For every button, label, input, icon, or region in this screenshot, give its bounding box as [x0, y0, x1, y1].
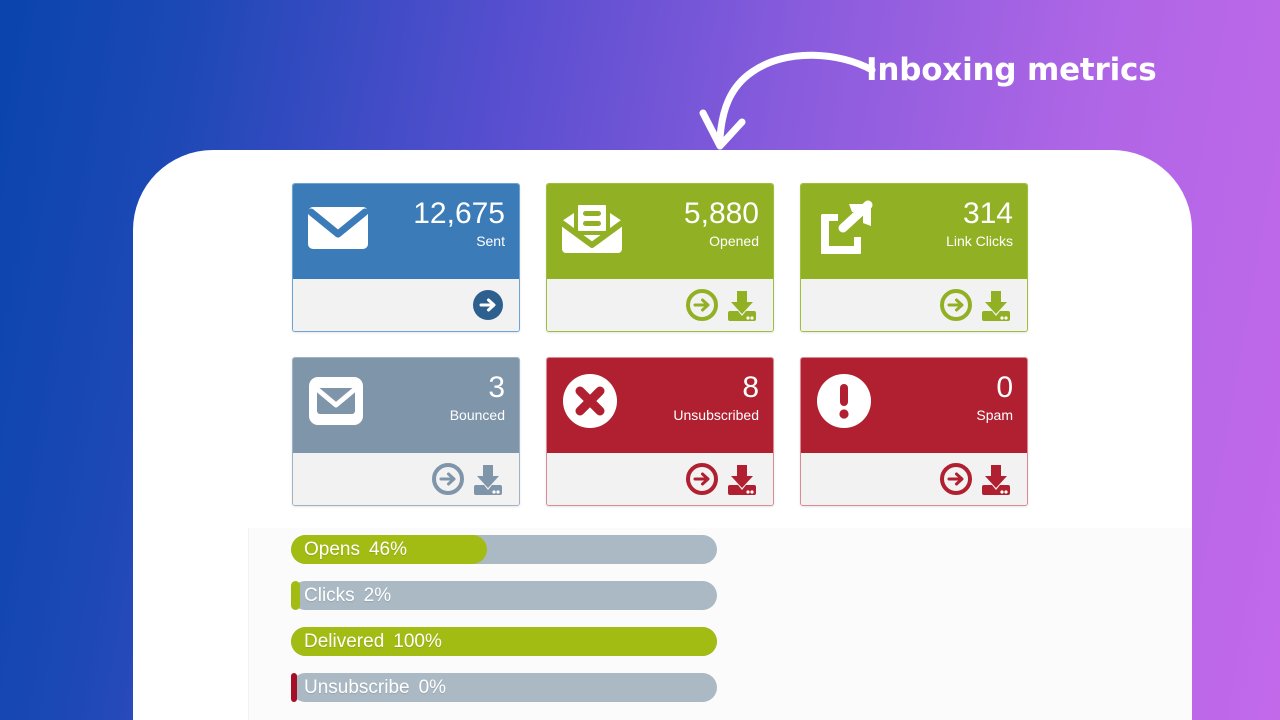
- rate-label: Clicks: [304, 585, 355, 606]
- rate-text: Delivered 100%: [304, 627, 442, 656]
- rate-value: 46%: [368, 539, 408, 560]
- arrow-right-circle-icon[interactable]: [431, 462, 465, 496]
- rate-text: Clicks 2%: [304, 581, 391, 610]
- metric-card-sent[interactable]: 12,675 Sent: [292, 183, 520, 332]
- metric-value: 12,675: [413, 197, 505, 230]
- metric-label: Spam: [976, 407, 1013, 423]
- rate-fill: [291, 581, 300, 610]
- metric-card-spam[interactable]: 0 Spam: [800, 357, 1028, 506]
- rate-bar-delivered[interactable]: Delivered 100%: [291, 627, 717, 656]
- metric-card-bounced[interactable]: 3 Bounced: [292, 357, 520, 506]
- annotation-label: Inboxing metrics: [866, 52, 1157, 88]
- exclamation-circle-icon: [813, 371, 879, 431]
- download-icon[interactable]: [979, 288, 1013, 322]
- card-header: 5,880 Opened: [547, 184, 773, 279]
- card-footer: [801, 279, 1027, 331]
- download-icon[interactable]: [725, 462, 759, 496]
- metric-value: 0: [996, 371, 1013, 404]
- rate-label: Unsubscribe: [304, 677, 410, 698]
- metric-label: Unsubscribed: [673, 407, 759, 423]
- download-icon[interactable]: [471, 462, 505, 496]
- rate-fill: [291, 673, 298, 702]
- metric-card-grid: 12,675 Sent 5,880 Opened 314 Link Clicks…: [292, 183, 1036, 506]
- card-header: 0 Spam: [801, 358, 1027, 453]
- rate-text: Opens 46%: [304, 535, 407, 564]
- envelope-square-icon: [305, 371, 371, 431]
- card-footer: [547, 453, 773, 505]
- external-link-icon: [813, 197, 879, 257]
- arrow-right-circle-icon[interactable]: [939, 462, 973, 496]
- metric-label: Opened: [709, 233, 759, 249]
- rate-label: Opens: [304, 539, 360, 560]
- card-footer: [547, 279, 773, 331]
- rate-value: 0%: [418, 677, 447, 698]
- metric-card-opened[interactable]: 5,880 Opened: [546, 183, 774, 332]
- rate-bar-list: Opens 46% Clicks 2% Delivered 100% Unsub…: [291, 535, 717, 702]
- metric-value: 8: [742, 371, 759, 404]
- metric-value: 5,880: [683, 197, 759, 230]
- rate-value: 100%: [393, 631, 442, 652]
- arrow-right-circle-icon[interactable]: [685, 462, 719, 496]
- arrow-right-circle-icon[interactable]: [939, 288, 973, 322]
- arrow-right-circle-icon[interactable]: [471, 288, 505, 322]
- metric-card-unsubscribed[interactable]: 8 Unsubscribed: [546, 357, 774, 506]
- x-circle-icon: [559, 371, 625, 431]
- envelope-open-document-icon: [559, 197, 625, 257]
- card-footer: [293, 279, 519, 331]
- card-header: 8 Unsubscribed: [547, 358, 773, 453]
- curved-arrow-down-left-icon: [690, 38, 880, 163]
- metric-label: Sent: [476, 233, 505, 249]
- app-panel: 12,675 Sent 5,880 Opened 314 Link Clicks…: [133, 150, 1192, 720]
- rate-bar-clicks[interactable]: Clicks 2%: [291, 581, 717, 610]
- card-header: 12,675 Sent: [293, 184, 519, 279]
- metric-card-link-clicks[interactable]: 314 Link Clicks: [800, 183, 1028, 332]
- metric-value: 314: [962, 197, 1013, 230]
- metric-label: Link Clicks: [946, 233, 1013, 249]
- metric-label: Bounced: [449, 407, 505, 423]
- rate-value: 2%: [363, 585, 392, 606]
- envelope-closed-icon: [305, 197, 371, 257]
- card-footer: [293, 453, 519, 505]
- download-icon[interactable]: [725, 288, 759, 322]
- card-header: 3 Bounced: [293, 358, 519, 453]
- rate-bar-unsubscribe[interactable]: Unsubscribe 0%: [291, 673, 717, 702]
- download-icon[interactable]: [979, 462, 1013, 496]
- card-footer: [801, 453, 1027, 505]
- rate-text: Unsubscribe 0%: [304, 673, 446, 702]
- arrow-right-circle-icon[interactable]: [685, 288, 719, 322]
- rate-bar-opens[interactable]: Opens 46%: [291, 535, 717, 564]
- metric-value: 3: [488, 371, 505, 404]
- card-header: 314 Link Clicks: [801, 184, 1027, 279]
- rate-label: Delivered: [304, 631, 385, 652]
